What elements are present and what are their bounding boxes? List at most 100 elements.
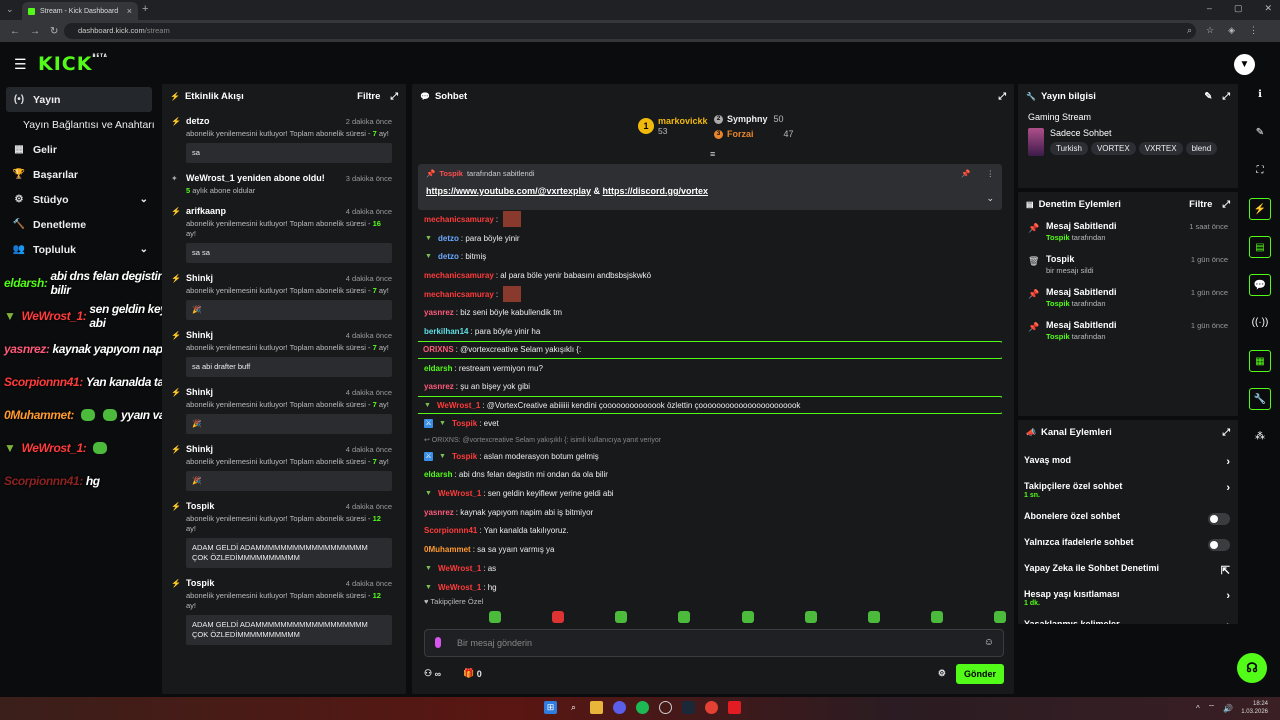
activity-item[interactable]: ⚡ detzo 2 dakika önce abonelik yenilemesini… — [162, 110, 400, 167]
chat-username[interactable]: WeWrost_1 — [438, 564, 481, 573]
channel-action-item[interactable]: Takipçilere özel sohbet 1 sn. › — [1018, 476, 1238, 506]
quick-emote-icon[interactable] — [552, 611, 565, 623]
quick-emote-icon[interactable] — [867, 611, 880, 623]
more-widgets-icon[interactable]: ⁂ — [1249, 426, 1271, 448]
popout-icon[interactable]: ⤢ — [1222, 91, 1230, 102]
collapse-toggle-icon[interactable]: ≡ — [710, 149, 715, 159]
activity-filter-button[interactable]: Filtre — [357, 91, 380, 102]
chat-message[interactable]: mechanicsamuray: — [418, 285, 1002, 304]
chat-settings-icon[interactable]: ⚙ — [938, 668, 946, 679]
chat-message[interactable]: yasnrez: şu an bişey yok gibi — [418, 378, 1002, 397]
quick-emote-icon[interactable] — [678, 611, 691, 623]
mod-filter-button[interactable]: Filtre — [1189, 199, 1212, 210]
chat-message[interactable]: ▼ WeWrost_1: as — [418, 559, 1002, 578]
chat-message[interactable]: ⚔ ▼ Tospik: aslan moderasyon botum gelmiş — [418, 447, 1002, 466]
steam-icon[interactable] — [682, 701, 695, 714]
top-gifter-2[interactable]: 2 Symphny 50 — [714, 114, 784, 124]
forward-icon[interactable]: → — [30, 26, 40, 37]
chat-username[interactable]: yasnrez — [424, 508, 454, 517]
browser-tab[interactable]: Stream - Kick Dashboard × — [22, 2, 138, 20]
chat-message[interactable]: 0Muhammet: sa sa yyaın varmış ya — [418, 540, 1002, 559]
chat-message[interactable]: mechanicsamuray: — [418, 210, 1002, 229]
volume-icon[interactable]: 🔊 — [1223, 704, 1233, 713]
chat-username[interactable]: Tospik — [452, 419, 477, 428]
new-tab-icon[interactable]: + — [142, 3, 148, 15]
chat-input[interactable]: Bir mesaj gönderin ☺ — [424, 629, 1004, 657]
bookmark-star-icon[interactable]: ☆ — [1206, 25, 1214, 36]
zoom-icon[interactable]: ⌕ — [1187, 25, 1192, 36]
activity-item[interactable]: ⚡ Tospik 4 dakika önce abonelik yenilemesin… — [162, 495, 400, 572]
quick-emote-icon[interactable] — [804, 611, 817, 623]
tray-chevron-icon[interactable]: ^ — [1196, 704, 1200, 713]
broadcast-icon[interactable]: ((·)) — [1249, 312, 1271, 334]
chat-message[interactable]: ▼ detzo: para böyle yinir — [418, 229, 1002, 248]
popout-icon[interactable]: ⤢ — [1222, 427, 1230, 438]
discord-icon[interactable] — [613, 701, 626, 714]
chat-message[interactable]: eldarsh: abi dns felan degistin mi ondan… — [418, 466, 1002, 485]
fullscreen-icon[interactable]: ⛶ — [1249, 160, 1271, 182]
chat-message[interactable]: mechanicsamuray: al para böle yenir baba… — [418, 266, 1002, 285]
chat-message[interactable]: yasnrez: biz seni böyle kabullendik tm — [418, 303, 1002, 322]
chat-username[interactable]: berkilhan14 — [424, 327, 468, 336]
search-icon[interactable]: ⌕ — [567, 701, 580, 714]
chat-username[interactable]: WeWrost_1 — [438, 583, 481, 592]
pinned-link-discord[interactable]: https://discord.gg/vortex — [603, 186, 709, 196]
popout-icon[interactable]: ⤢ — [390, 91, 398, 102]
chat-message[interactable]: Scorpionnn41: Yan kanalda takılıyoruz. — [418, 522, 1002, 541]
channel-action-item[interactable]: Yapay Zeka ile Sohbet Denetimi ⇱ — [1018, 558, 1238, 584]
chat-username[interactable]: WeWrost_1 — [437, 401, 480, 410]
windows-start-icon[interactable]: ⊞ — [544, 701, 557, 714]
chevron-right-icon[interactable]: › — [1226, 456, 1230, 468]
send-button[interactable]: Gönder — [956, 664, 1004, 684]
activity-item[interactable]: ⚡ arifkaanp 4 dakika önce abonelik yenileme… — [162, 200, 400, 267]
chat-message[interactable]: yasnrez: kaynak yapıyom napim abi iş bit… — [418, 503, 1002, 522]
pinned-link-youtube[interactable]: https://www.youtube.com/@vxrtexplay — [426, 186, 591, 196]
extension-icon[interactable]: ◈ — [1228, 25, 1235, 36]
chat-message[interactable]: ORIXNS: @vortexcreative Selam yakışıklı … — [418, 340, 1002, 359]
nav-item-stream-key[interactable]: Yayın Bağlantısı ve Anahtarı — [0, 112, 158, 137]
activity-item[interactable]: ⚡ Tospik 4 dakika önce abonelik yenilemesin… — [162, 572, 400, 649]
chevron-right-icon[interactable]: › — [1226, 620, 1230, 624]
activity-item[interactable]: ⚡ Shinkj 4 dakika önce abonelik yenilemesin… — [162, 438, 400, 495]
spotify-icon[interactable] — [636, 701, 649, 714]
top-gifter-1[interactable]: 1 markovickk 53 — [638, 116, 708, 136]
nav-item-moderation[interactable]: 🔨 Denetleme — [0, 212, 158, 237]
reload-icon[interactable]: ↻ — [50, 26, 58, 37]
nav-item-achievements[interactable]: 🏆 Başarılar — [0, 162, 158, 187]
mod-action-item[interactable]: 📌 Mesaj Sabitlendi Tospik tarafından 1 gün … — [1018, 315, 1238, 348]
top-gifter-3[interactable]: 3 Forzai 47 — [714, 129, 794, 139]
obs-icon[interactable] — [659, 701, 672, 714]
toggle-switch[interactable] — [1208, 513, 1230, 525]
activity-item[interactable]: ⚡ Shinkj 4 dakika önce abonelik yenilemesin… — [162, 324, 400, 381]
emoji-icon[interactable]: ☺ — [984, 630, 994, 656]
activity-toggle-icon[interactable]: ⚡ — [1249, 198, 1271, 220]
mod-actions-toggle-icon[interactable]: ▦ — [1249, 350, 1271, 372]
chat-username[interactable]: yasnrez — [424, 308, 454, 317]
chat-username[interactable]: mechanicsamuray — [424, 271, 494, 280]
chat-username[interactable]: detzo — [438, 234, 459, 243]
menu-dots-icon[interactable]: ⋮ — [1249, 25, 1258, 36]
mod-action-item[interactable]: 🗑 Tospik bir mesajı sildi 1 gün önce — [1018, 249, 1238, 282]
activity-item[interactable]: ✦ WeWrost_1 yeniden abone oldu! 3 dakika ö… — [162, 167, 400, 200]
chat-username[interactable]: mechanicsamuray — [424, 290, 494, 299]
chevron-right-icon[interactable]: › — [1226, 482, 1230, 494]
chat-username[interactable]: Tospik — [452, 452, 477, 461]
mod-action-item[interactable]: 📌 Mesaj Sabitlendi Tospik tarafından 1 saat… — [1018, 216, 1238, 249]
chat-message[interactable]: berkilhan14: para böyle yinir ha — [418, 322, 1002, 341]
channel-action-item[interactable]: Yasaklanmış kelimeler › — [1018, 614, 1238, 624]
chrome-icon[interactable] — [705, 701, 718, 714]
chat-username[interactable]: eldarsh — [424, 470, 452, 479]
chat-message[interactable]: ⚔ ▼ Tospik: evet — [418, 414, 1002, 433]
chat-username[interactable]: ORIXNS — [423, 345, 454, 354]
quick-emote-icon[interactable] — [993, 611, 1006, 623]
nav-item-community[interactable]: 👥 Topluluk ⌄ — [0, 237, 158, 262]
info-icon[interactable]: ℹ — [1249, 84, 1271, 106]
quick-emote-icon[interactable] — [615, 611, 628, 623]
wrench-toggle-icon[interactable]: 🔧 — [1249, 388, 1271, 410]
nav-item-stream[interactable]: (•) Yayın — [6, 87, 152, 112]
support-chat-icon[interactable]: ☊ — [1237, 653, 1267, 683]
toggle-switch[interactable] — [1208, 539, 1230, 551]
file-explorer-icon[interactable] — [590, 701, 603, 714]
unpin-icon[interactable]: 📌 — [961, 169, 970, 178]
tab-search-icon[interactable]: ⌄ — [6, 4, 14, 15]
